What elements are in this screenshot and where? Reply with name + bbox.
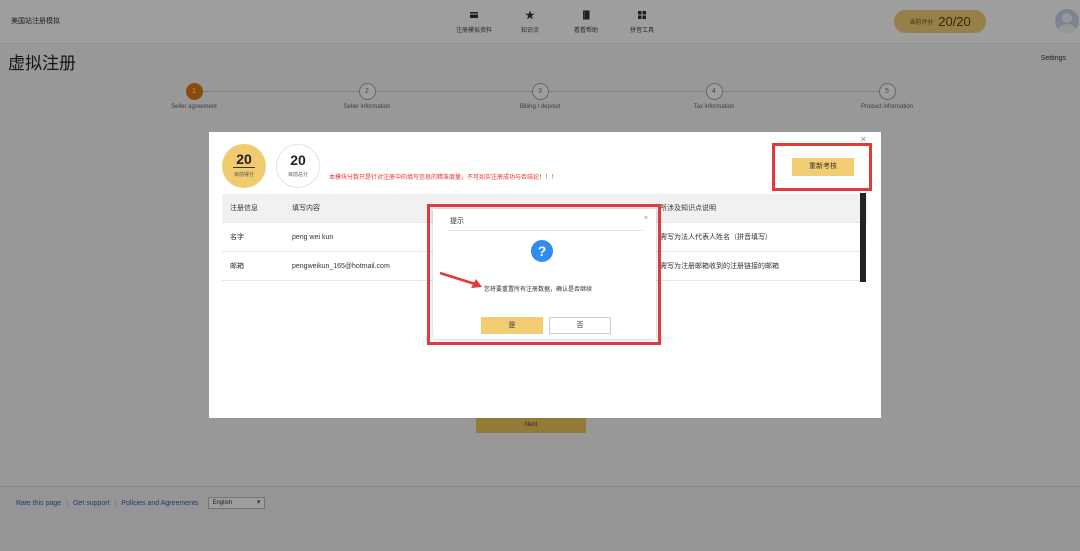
table-cell: 邮箱	[230, 263, 244, 270]
total-score-circle: 20 目前总分	[276, 144, 320, 188]
table-scrollbar[interactable]	[860, 193, 866, 282]
current-score-label: 目前得分	[233, 172, 254, 178]
table-cell: 需写为注册邮箱收到的注册链接的邮箱	[660, 263, 779, 270]
current-score-value: 20	[233, 151, 255, 168]
column-header: 所涉及知识点说明	[660, 205, 716, 212]
highlight-frame	[772, 143, 872, 191]
total-score-value: 20	[290, 152, 306, 168]
current-score-circle: 20 目前得分	[222, 144, 266, 188]
table-cell: 名字	[230, 234, 244, 241]
score-disclaimer: 本模块分数只是针对注册中的填写信息的精准度量，不可如实注册成功与否结论！！！	[329, 175, 558, 181]
table-cell: 需写为法人代表人姓名（拼音填写）	[660, 234, 772, 241]
column-header: 注册信息	[230, 205, 258, 212]
annotation-arrow-icon	[439, 271, 482, 288]
total-score-label: 目前总分	[287, 172, 308, 178]
